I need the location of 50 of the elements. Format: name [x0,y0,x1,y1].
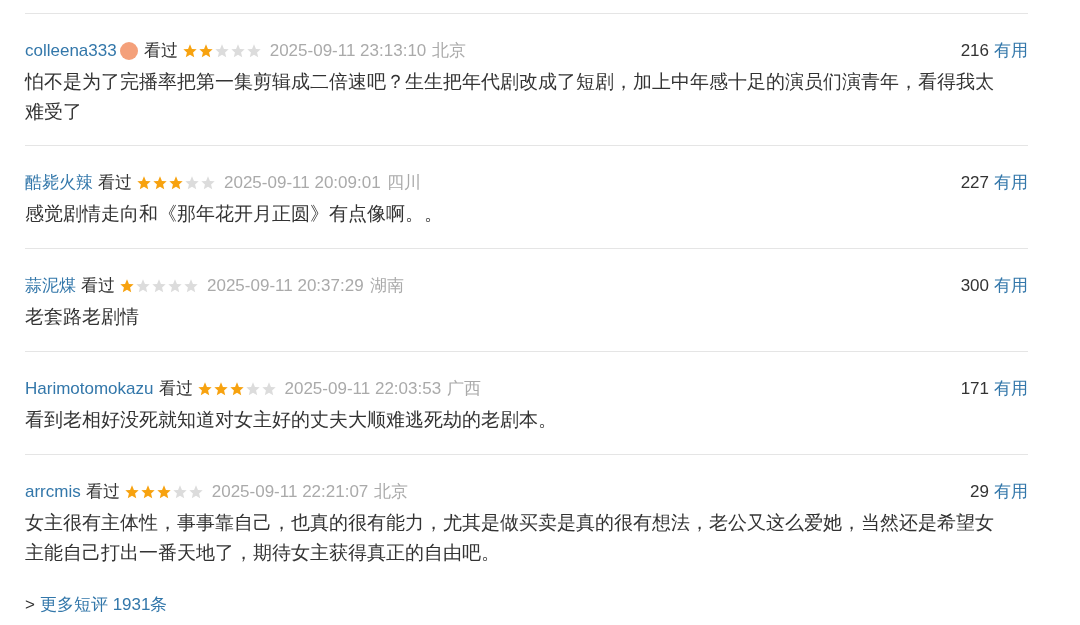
comment-time: 2025-09-11 22:21:07 [211,481,369,504]
arrow-glyph: > [25,594,35,616]
filled-star-icon [197,43,214,59]
comment-location: 北京 [374,481,409,504]
username-link[interactable]: colleena333 [25,38,117,64]
vote-count: 300 [960,275,989,298]
useful-link[interactable]: 有用 [994,273,1028,299]
watch-status: 看过 [158,378,193,401]
comment-text: 女主很有主体性，事事靠自己，也真的很有能力，尤其是做买卖是真的很有想法，老公又这么爱她，当然还是希望女主能自己打出一番天地了，期待女主获得真正的自由吧。 [25,511,995,565]
comment-location: 广西 [447,378,482,401]
username-link[interactable]: 酷毙火辣 [25,170,93,196]
comment-time: 2025-09-11 23:13:10 [269,40,427,63]
filled-star-icon [155,484,172,500]
comment-text: 怕不是为了完播率把第一集剪辑成二倍速吧？生生把年代剧改成了短剧，加上中年感十足的演员们演青年，看得我太难受了 [25,70,995,124]
filled-star-icon [181,43,198,59]
vote-count: 216 [960,40,989,63]
comment-location: 湖南 [369,275,404,298]
comment-text: 看到老相好没死就知道对女主好的丈夫大顺难逃死劫的老剧本。 [25,408,558,432]
useful-link[interactable]: 有用 [994,376,1028,402]
filled-star-icon [196,381,213,397]
comment-text: 感觉剧情走向和《那年花开月正圆》有点像啊。。 [25,202,444,226]
vote-count: 29 [970,481,989,504]
badge-icon [118,41,139,61]
filled-star-icon [136,175,152,191]
useful-link[interactable]: 有用 [994,38,1028,64]
useful-link[interactable]: 有用 [994,479,1028,505]
username-link[interactable]: 蒜泥煤 [25,273,76,299]
filled-star-icon [139,484,156,500]
username-link[interactable]: Harimotomokazu [25,376,154,402]
comment-time: 2025-09-11 20:09:01 [224,172,381,195]
watch-status: 看过 [98,172,132,195]
comment-time: 2025-09-11 20:37:29 [207,275,364,298]
vote-count: 171 [960,378,989,401]
useful-link[interactable]: 有用 [994,170,1028,196]
watch-status: 看过 [81,275,115,298]
more-comments-link[interactable]: 更多短评 1931条 [39,592,168,618]
filled-star-icon [152,175,168,191]
watch-status: 看过 [143,40,178,63]
comment-location: 北京 [432,40,467,63]
filled-star-icon [228,381,245,397]
filled-star-icon [168,175,184,191]
comment-time: 2025-09-11 22:03:53 [284,378,442,401]
comment-text: 老套路老剧情 [25,305,140,329]
filled-star-icon [123,484,140,500]
watch-status: 看过 [85,481,120,504]
comment-location: 四川 [386,172,421,195]
filled-star-icon [212,381,229,397]
filled-star-icon [119,278,135,294]
vote-count: 227 [960,172,989,195]
username-link[interactable]: arrcmis [25,479,81,505]
